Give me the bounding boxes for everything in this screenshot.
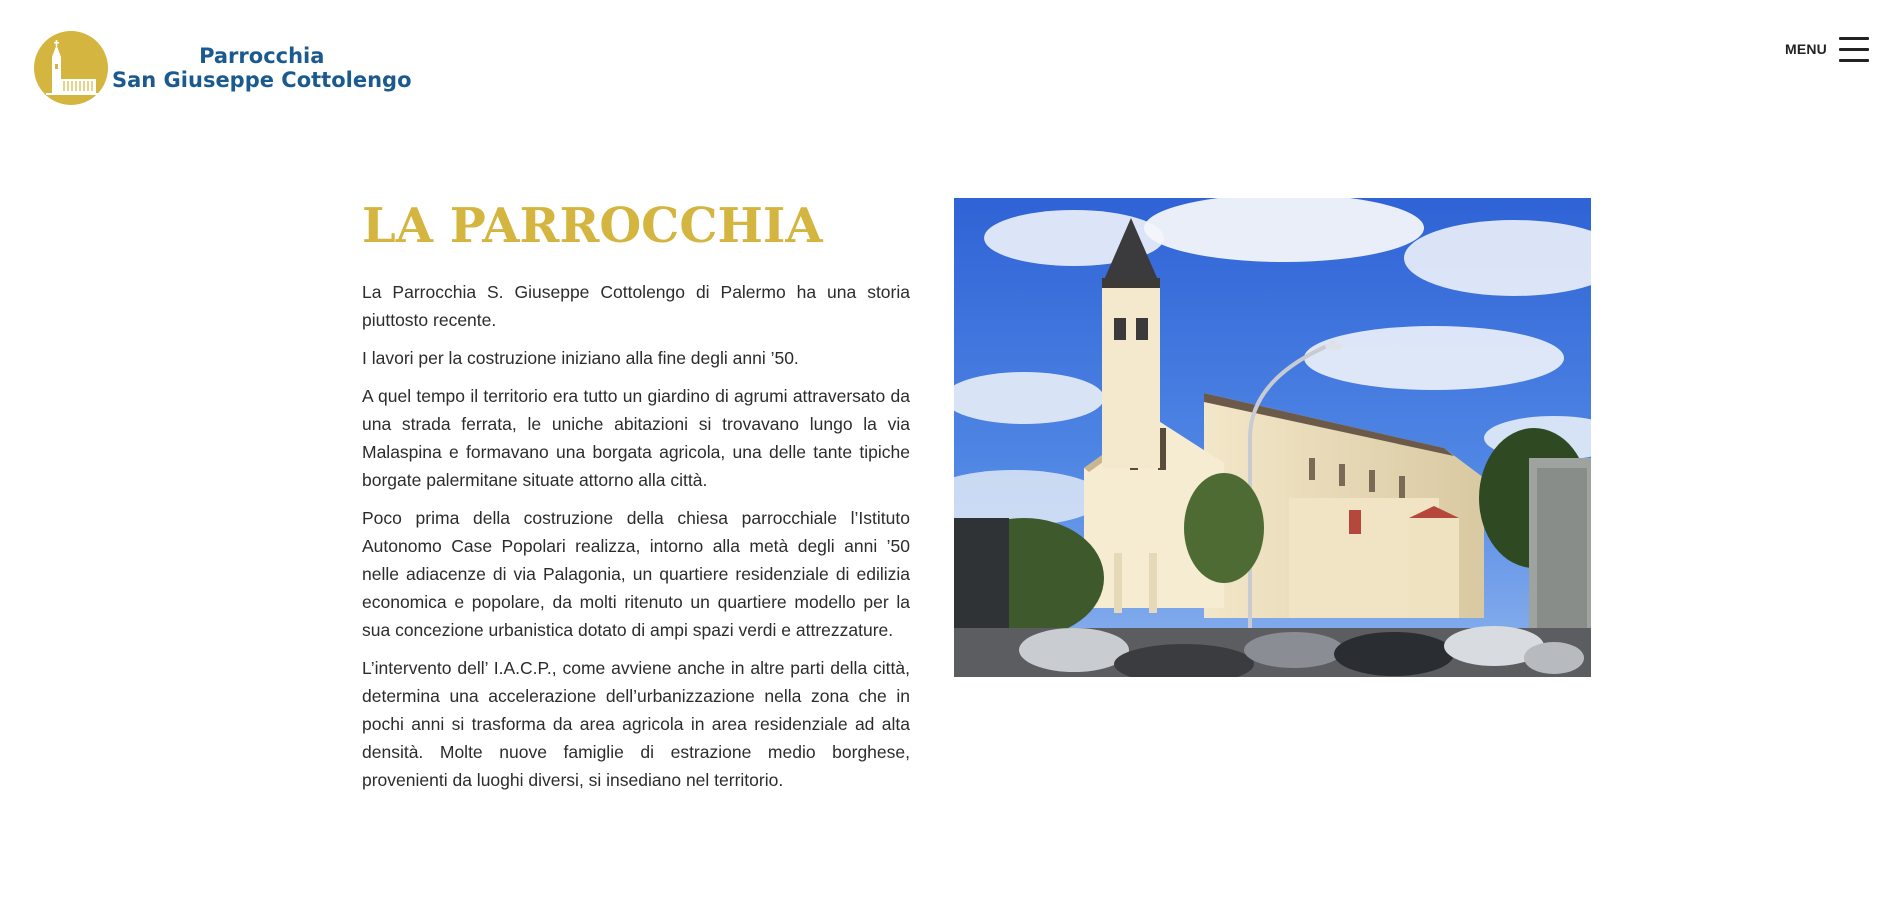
church-photo bbox=[954, 198, 1591, 677]
menu-label: MENU bbox=[1784, 41, 1827, 57]
menu-button[interactable]: MENU bbox=[1785, 36, 1869, 62]
paragraph-1: La Parrocchia S. Giuseppe Cottolengo di … bbox=[362, 282, 910, 330]
hamburger-icon[interactable] bbox=[1839, 36, 1869, 62]
paragraph-4: Poco prima della costruzione della chies… bbox=[362, 508, 910, 640]
church-logo-icon bbox=[34, 31, 108, 105]
main-content: LA PARROCCHIA La Parrocchia S. Giuseppe … bbox=[362, 196, 910, 804]
site-logo[interactable]: Parrocchia San Giuseppe Cottolengo bbox=[34, 31, 412, 105]
logo-wordmark: Parrocchia San Giuseppe Cottolengo bbox=[112, 44, 412, 92]
paragraph-2: I lavori per la costruzione iniziano all… bbox=[362, 348, 799, 368]
logo-line-parrocchia: Parrocchia bbox=[199, 44, 325, 68]
page-title: LA PARROCCHIA bbox=[362, 198, 823, 254]
paragraph-5: L’intervento dell’ I.A.C.P., come avvien… bbox=[362, 658, 910, 790]
logo-line-name: San Giuseppe Cottolengo bbox=[112, 68, 412, 92]
paragraph-3: A quel tempo il territorio era tutto un … bbox=[362, 386, 910, 490]
